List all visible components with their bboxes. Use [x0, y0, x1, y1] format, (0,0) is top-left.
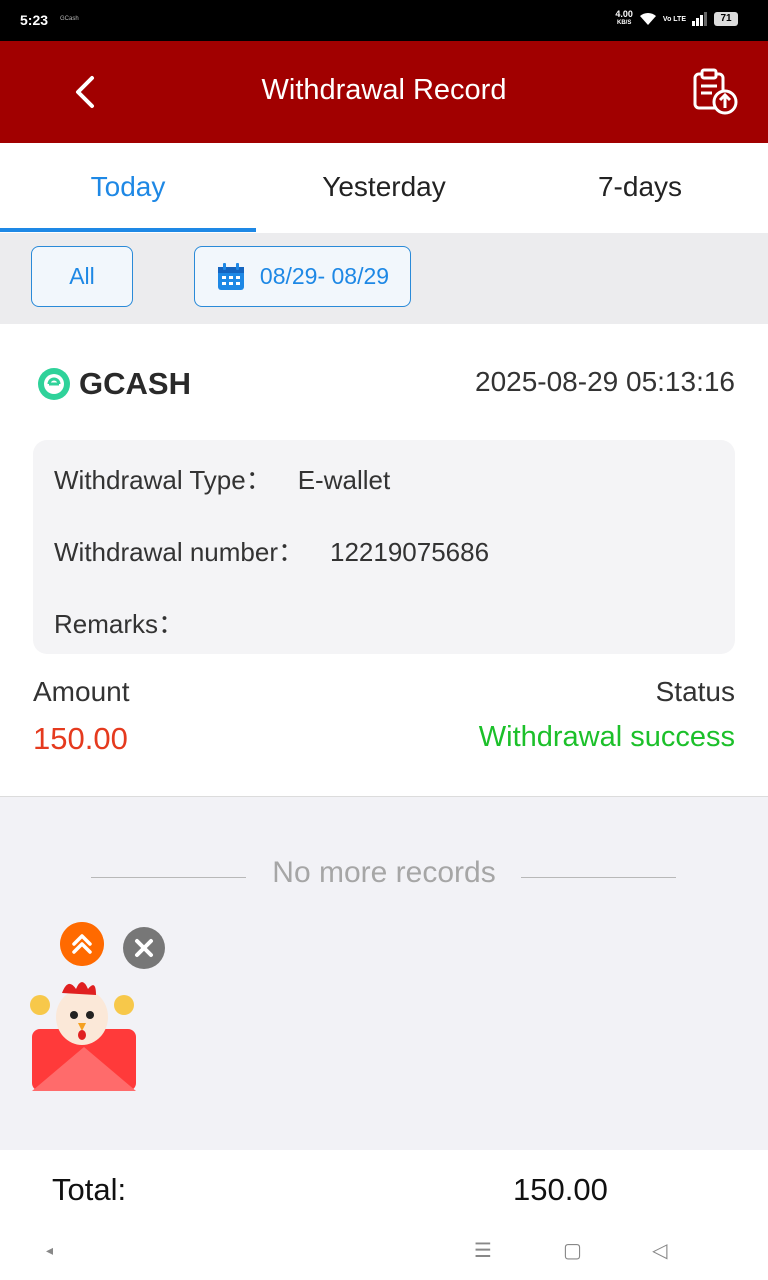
- amount-label: Amount: [33, 676, 130, 707]
- withdrawal-number-value: 12219075686: [329, 537, 490, 567]
- amount-value: 150.00: [33, 721, 128, 756]
- status-label: Status: [655, 676, 735, 707]
- status-value: Withdrawal success: [478, 721, 735, 753]
- type-filter-button[interactable]: All: [31, 246, 133, 307]
- date-range-button[interactable]: 08/29- 08/29: [194, 246, 411, 307]
- remarks-label: Remarks：: [54, 609, 185, 639]
- date-tabs: Today Yesterday 7-days: [0, 143, 768, 233]
- list-end-indicator: No more records: [0, 856, 768, 896]
- gcash-logo-icon: [38, 368, 70, 400]
- withdrawal-number-label: Withdrawal number：: [54, 537, 304, 567]
- total-label: Total:: [52, 1172, 127, 1207]
- nav-home-button[interactable]: ▢: [563, 1238, 582, 1263]
- tab-yesterday[interactable]: Yesterday: [256, 143, 512, 233]
- record-datetime: 2025-08-29 05:13:16: [475, 366, 735, 397]
- clipboard-upload-icon[interactable]: [690, 67, 740, 117]
- channel-brand: GCASH: [37, 366, 191, 402]
- tab-7-days[interactable]: 7-days: [512, 143, 768, 233]
- status-bar: 5:23 GCash 4.00 KB/S Vo LTE 71: [0, 0, 768, 41]
- status-icons: 4.00 KB/S Vo LTE 71: [615, 10, 738, 28]
- system-nav-bar: ◂ ☰ ▢ ◁: [0, 1230, 768, 1280]
- status-time: 5:23: [20, 12, 49, 28]
- total-bar: Total: 150.00: [0, 1150, 768, 1230]
- tab-today[interactable]: Today: [0, 143, 256, 233]
- net-speed: 4.00 KB/S: [615, 9, 633, 27]
- app-header: Withdrawal Record: [0, 41, 768, 143]
- record-details: Withdrawal Type： E-wallet Withdrawal numb…: [33, 440, 735, 654]
- notification-text: GCash: [60, 16, 79, 22]
- withdrawal-number-row: Withdrawal number： 12219075686: [54, 532, 489, 569]
- filter-bar: All 08/29- 08/29: [0, 233, 768, 324]
- close-icon[interactable]: [123, 927, 165, 969]
- nav-left-arrow[interactable]: ◂: [46, 1242, 53, 1259]
- total-value: 150.00: [513, 1172, 608, 1207]
- page-title: Withdrawal Record: [261, 74, 507, 106]
- withdrawal-type-value: E-wallet: [297, 465, 391, 495]
- date-range-label: 08/29- 08/29: [259, 263, 390, 289]
- active-tab-indicator: [0, 228, 256, 232]
- type-filter-label: All: [69, 263, 95, 289]
- divider-right: [521, 877, 676, 878]
- wifi-icon: [639, 12, 656, 25]
- remarks-row: Remarks：: [54, 604, 210, 641]
- nav-back-button[interactable]: ◁: [652, 1238, 667, 1263]
- volte-indicator: Vo LTE: [662, 15, 686, 23]
- nav-menu-button[interactable]: ☰: [474, 1238, 492, 1263]
- battery-icon: 71: [714, 12, 738, 26]
- no-more-records-text: No more records: [272, 856, 496, 889]
- signal-icon: [692, 12, 707, 26]
- double-chevron-up-icon[interactable]: [60, 922, 104, 966]
- withdrawal-record-card[interactable]: GCASH 2025-08-29 05:13:16 Withdrawal Typ…: [0, 324, 768, 797]
- channel-name: GCASH: [79, 366, 191, 401]
- calendar-icon: [217, 262, 244, 290]
- withdrawal-type-label: Withdrawal Type：: [54, 465, 272, 495]
- rooster-red-envelope-icon[interactable]: [24, 975, 144, 1095]
- withdrawal-type-row: Withdrawal Type： E-wallet: [54, 460, 390, 497]
